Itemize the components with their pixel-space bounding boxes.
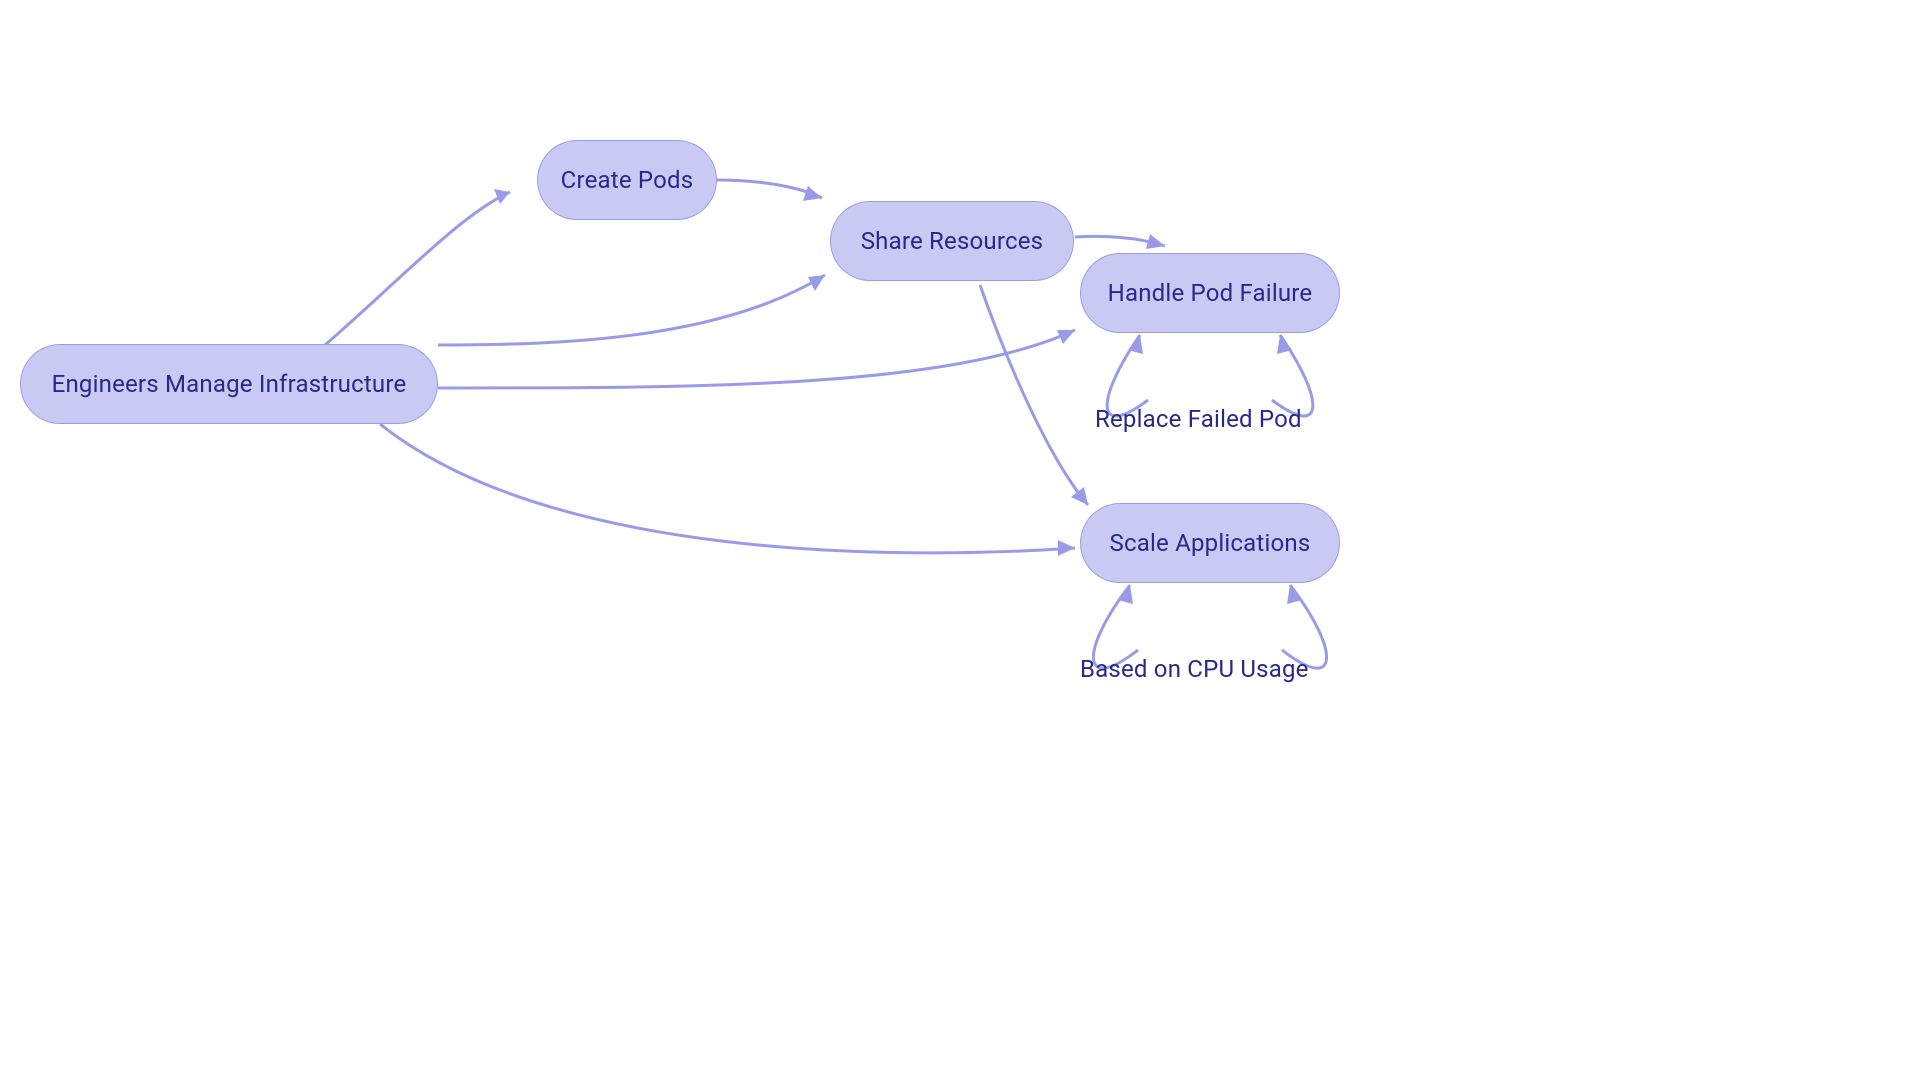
node-root-label: Engineers Manage Infrastructure — [52, 370, 407, 398]
arrowhead-root-scale — [1058, 540, 1075, 556]
node-share: Share Resources — [830, 201, 1074, 281]
edge-handle-loop-left — [1107, 335, 1148, 416]
edge-root-handle — [438, 330, 1075, 388]
arrowhead-handle-loop-right — [1277, 335, 1292, 354]
edge-root-scale — [380, 424, 1075, 553]
node-root: Engineers Manage Infrastructure — [20, 344, 438, 424]
node-create: Create Pods — [537, 140, 717, 220]
edge-create-share — [715, 180, 822, 198]
node-share-label: Share Resources — [861, 227, 1044, 255]
arrowhead-share-scale — [1071, 487, 1088, 505]
arrowhead-handle-loop-left — [1128, 335, 1143, 354]
arrowhead-root-create — [494, 189, 510, 204]
node-create-label: Create Pods — [561, 166, 694, 194]
edge-share-scale — [980, 285, 1088, 505]
edge-share-handle — [1075, 236, 1165, 246]
edge-label-cpu: Based on CPU Usage — [1080, 655, 1309, 683]
edge-root-create — [325, 192, 510, 345]
arrowhead-scale-loop-left — [1118, 585, 1133, 604]
arrowhead-share-handle — [1146, 234, 1165, 249]
edge-label-replace: Replace Failed Pod — [1095, 405, 1302, 433]
node-scale-label: Scale Applications — [1110, 529, 1311, 557]
arrowhead-root-handle — [1057, 330, 1075, 344]
node-scale: Scale Applications — [1080, 503, 1340, 583]
diagram-canvas: Engineers Manage Infrastructure Create P… — [0, 0, 1536, 816]
arrowhead-create-share — [803, 186, 822, 201]
edge-handle-loop-right — [1272, 335, 1313, 416]
node-handle-label: Handle Pod Failure — [1108, 279, 1313, 307]
node-handle: Handle Pod Failure — [1080, 253, 1340, 333]
arrowhead-scale-loop-right — [1287, 585, 1302, 604]
edge-root-share — [438, 275, 825, 345]
arrowhead-root-share — [808, 275, 825, 291]
